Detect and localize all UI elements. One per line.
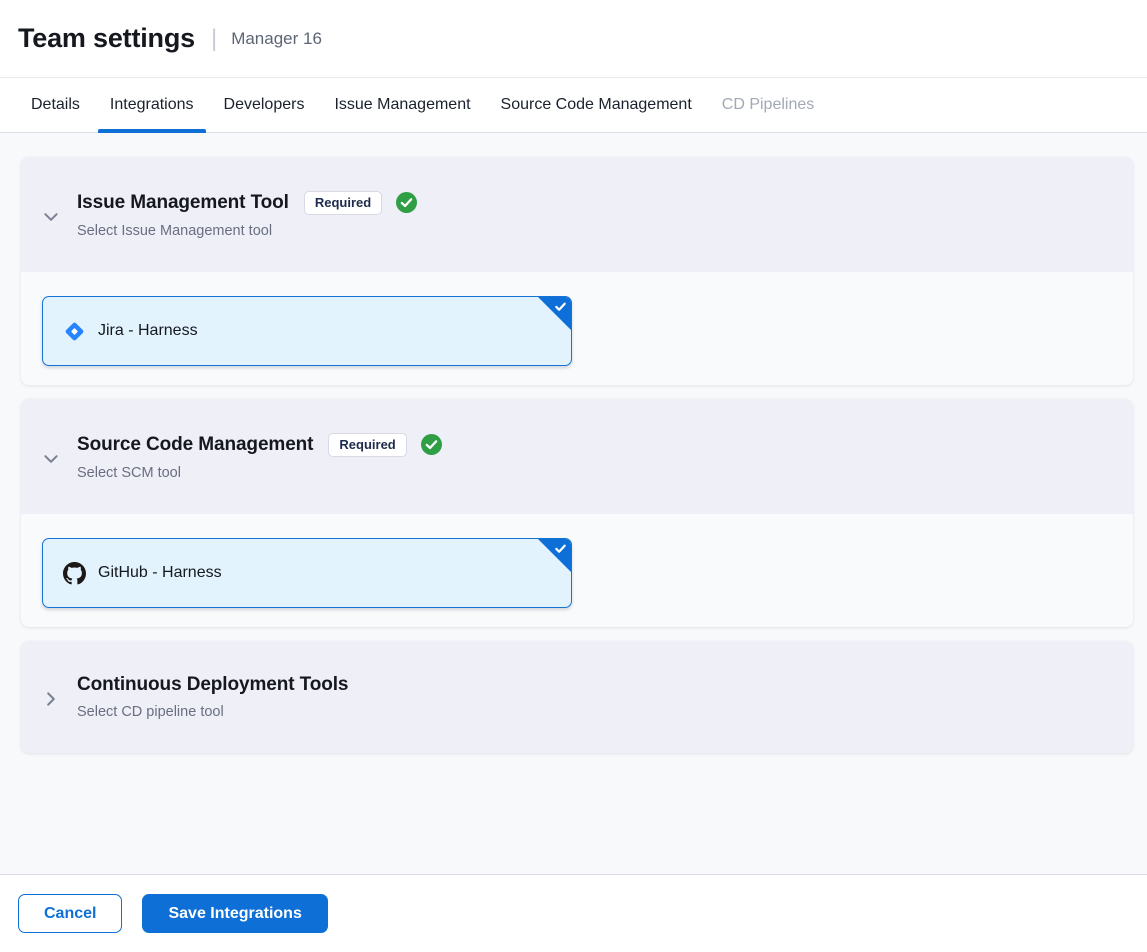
page-subtitle: Manager 16	[231, 29, 322, 49]
chevron-down-icon[interactable]	[42, 208, 60, 226]
tab-developers[interactable]: Developers	[212, 78, 317, 132]
tab-details[interactable]: Details	[19, 78, 92, 132]
check-circle-icon	[396, 192, 417, 213]
section-source-code-management: Source Code Management Required Select S…	[21, 399, 1133, 627]
tab-integrations[interactable]: Integrations	[98, 78, 206, 132]
save-integrations-button[interactable]: Save Integrations	[142, 894, 327, 933]
section-title: Continuous Deployment Tools	[77, 674, 348, 696]
tab-issue-management[interactable]: Issue Management	[322, 78, 482, 132]
section-issue-management-body: Jira - Harness	[21, 272, 1133, 385]
tool-card-label: GitHub - Harness	[98, 564, 222, 582]
section-issue-management-header[interactable]: Issue Management Tool Required Select Is…	[21, 157, 1133, 272]
page-header: Team settings | Manager 16	[0, 0, 1147, 78]
tab-bar: Details Integrations Developers Issue Ma…	[0, 78, 1147, 133]
jira-icon	[63, 320, 86, 343]
cancel-button[interactable]: Cancel	[18, 894, 122, 933]
page-title: Team settings	[18, 23, 195, 54]
team-settings-page: Team settings | Manager 16 Details Integ…	[0, 0, 1147, 952]
integrations-content: Issue Management Tool Required Select Is…	[0, 133, 1147, 874]
required-badge: Required	[304, 191, 382, 215]
section-subtitle: Select SCM tool	[77, 465, 442, 481]
section-scm-header[interactable]: Source Code Management Required Select S…	[21, 399, 1133, 514]
section-title: Source Code Management	[77, 434, 313, 456]
github-icon	[63, 562, 86, 585]
chevron-down-icon[interactable]	[42, 450, 60, 468]
section-subtitle: Select CD pipeline tool	[77, 704, 348, 720]
title-separator: |	[211, 25, 217, 53]
section-cd-header[interactable]: Continuous Deployment Tools Select CD pi…	[21, 641, 1133, 753]
required-badge: Required	[328, 433, 406, 457]
section-heading: Source Code Management Required Select S…	[77, 433, 442, 481]
corner-check-icon	[554, 300, 567, 313]
section-subtitle: Select Issue Management tool	[77, 223, 417, 239]
tab-cd-pipelines: CD Pipelines	[710, 78, 826, 132]
check-circle-icon	[421, 434, 442, 455]
footer-action-bar: Cancel Save Integrations	[0, 874, 1147, 952]
tab-source-code-management[interactable]: Source Code Management	[489, 78, 704, 132]
section-scm-body: GitHub - Harness	[21, 514, 1133, 627]
tool-card-label: Jira - Harness	[98, 322, 198, 340]
tool-card-jira[interactable]: Jira - Harness	[42, 296, 572, 366]
corner-check-icon	[554, 542, 567, 555]
section-title: Issue Management Tool	[77, 192, 289, 214]
tool-card-github[interactable]: GitHub - Harness	[42, 538, 572, 608]
section-continuous-deployment-tools: Continuous Deployment Tools Select CD pi…	[21, 641, 1133, 753]
section-heading: Issue Management Tool Required Select Is…	[77, 191, 417, 239]
section-issue-management-tool: Issue Management Tool Required Select Is…	[21, 157, 1133, 385]
section-heading: Continuous Deployment Tools Select CD pi…	[77, 674, 348, 720]
chevron-right-icon[interactable]	[42, 690, 60, 708]
